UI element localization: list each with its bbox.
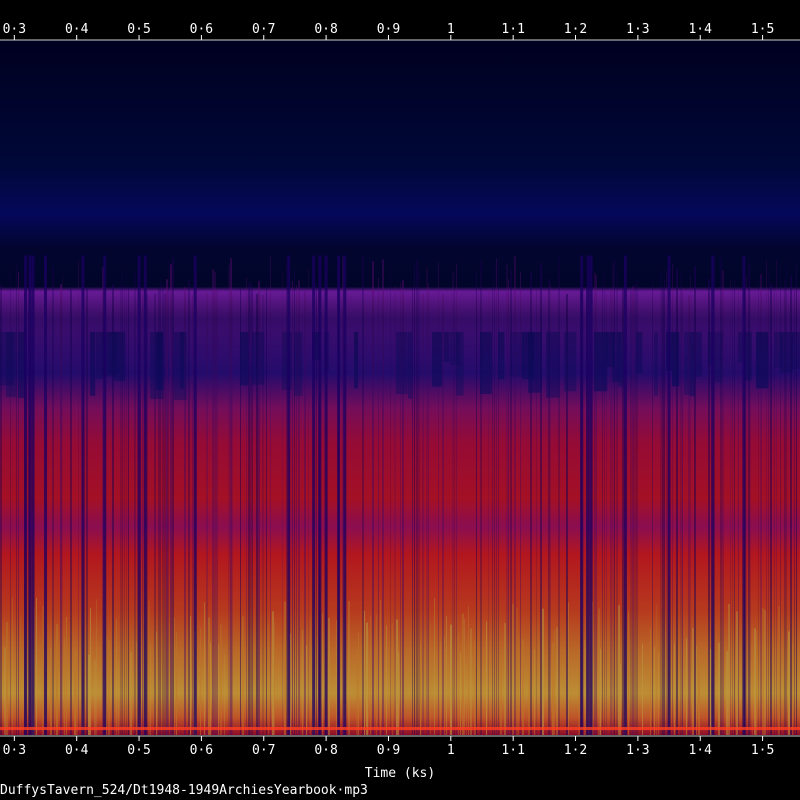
- tick-label: 0·4: [65, 743, 89, 758]
- tick-label: 0·5: [127, 22, 150, 37]
- quiet-column: [24, 255, 28, 735]
- tick-label: 1·4: [688, 743, 712, 758]
- tick-label: 0·8: [314, 743, 337, 758]
- quiet-column: [589, 255, 593, 735]
- tick-label: 1·4: [688, 22, 712, 37]
- tick-label: 1·2: [564, 22, 587, 37]
- quiet-column: [586, 255, 590, 735]
- tick-label: 0·5: [127, 743, 150, 758]
- quiet-column: [623, 255, 627, 735]
- quiet-column: [103, 255, 107, 735]
- tick-label: 1·3: [626, 22, 649, 37]
- source-filename: DuffysTavern_524/Dt1948-1949ArchiesYearb…: [0, 783, 368, 798]
- quiet-column: [318, 255, 322, 735]
- quiet-column: [580, 255, 584, 735]
- quiet-column: [31, 255, 35, 735]
- tick-label: 0·3: [3, 743, 26, 758]
- tick-label: 1: [447, 22, 455, 37]
- quiet-column: [742, 255, 746, 735]
- tick-label: 0·7: [252, 743, 275, 758]
- quiet-column: [287, 255, 291, 735]
- tick-label: 1·1: [501, 743, 524, 758]
- quiet-column: [312, 255, 316, 735]
- low-frequency-band: [0, 727, 800, 730]
- quiet-column: [28, 255, 32, 735]
- tick-label: 1·3: [626, 743, 649, 758]
- tick-label: 0·6: [190, 743, 213, 758]
- tick-label: 1·5: [751, 743, 774, 758]
- band-shading: [0, 40, 800, 735]
- tick-label: 1·2: [564, 743, 587, 758]
- tick-label: 1·5: [751, 22, 774, 37]
- tick-label: 1·1: [501, 22, 524, 37]
- quiet-column: [44, 255, 48, 735]
- tick-label: 0·9: [377, 22, 400, 37]
- quiet-column: [343, 255, 347, 735]
- tick-label: 0·3: [3, 22, 26, 37]
- quiet-column: [667, 255, 671, 735]
- quiet-column: [193, 255, 197, 735]
- quiet-column: [324, 255, 328, 735]
- bottom-time-axis: 0·3 0·4 0·5 0·6 0·7 0·8 0·9 1 1·1 1·2 1·3 1·4 1·5: [0, 735, 800, 758]
- quiet-column: [337, 255, 341, 735]
- spectrogram-chart: 0·3 0·4 0·5 0·6 0·7 0·8 0·9 1 1·1 1·2 1·3 1·4 1·5 0·…: [0, 22, 800, 758]
- tick-label: 0·7: [252, 22, 275, 37]
- tick-label: 0·6: [190, 22, 213, 37]
- x-axis-label: Time (ks): [364, 766, 436, 781]
- quiet-column: [143, 255, 147, 735]
- top-time-axis: 0·3 0·4 0·5 0·6 0·7 0·8 0·9 1 1·1 1·2 1·3 1·4 1·5: [0, 22, 800, 41]
- quiet-column: [711, 255, 715, 735]
- spectrogram-figure: 0·3 0·4 0·5 0·6 0·7 0·8 0·9 1 1·1 1·2 1·3 1·4 1·5 0·…: [0, 0, 800, 800]
- tick-label: 0·9: [377, 743, 400, 758]
- tick-label: 0·8: [314, 22, 337, 37]
- quiet-column: [81, 255, 85, 735]
- tick-label: 1: [447, 743, 455, 758]
- plot-area: [0, 40, 800, 735]
- tick-label: 0·4: [65, 22, 89, 37]
- quiet-column: [137, 255, 141, 735]
